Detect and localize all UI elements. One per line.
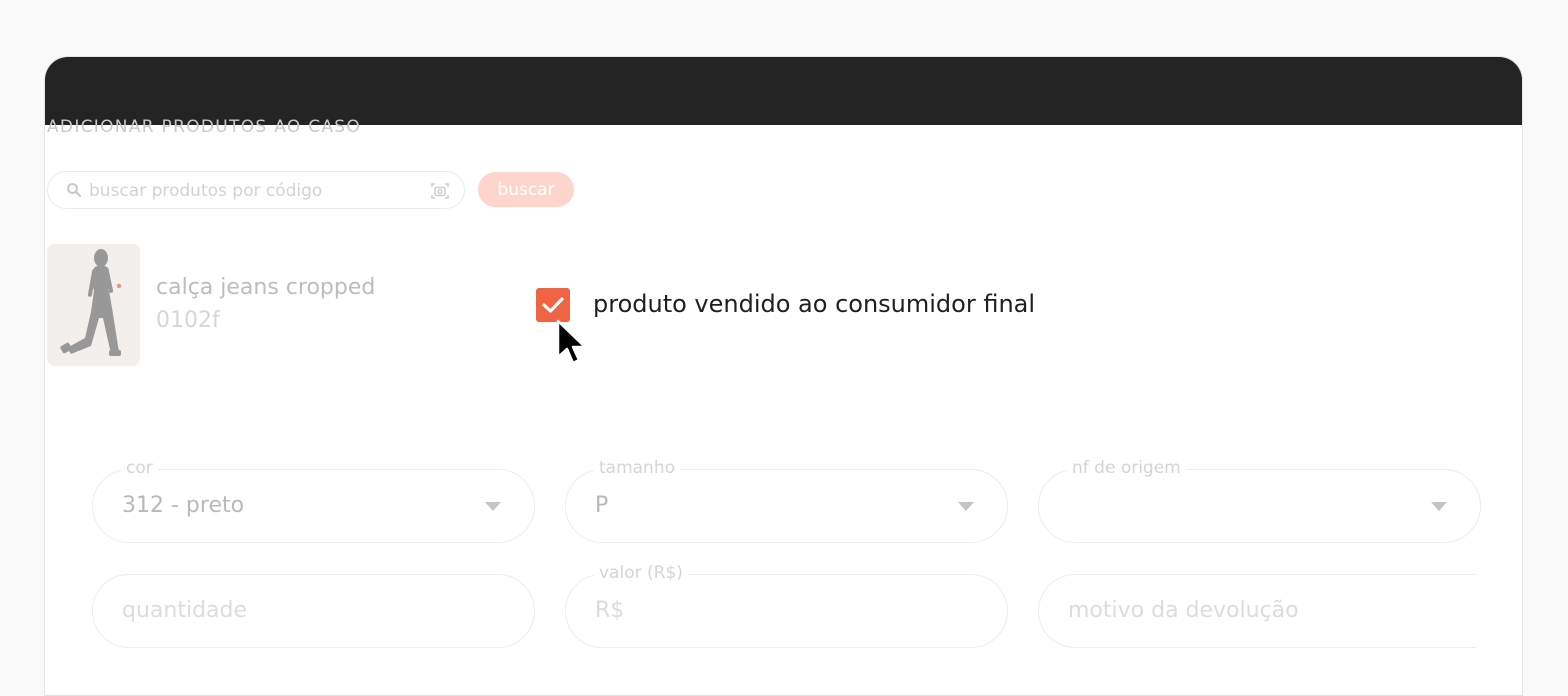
consumer-checkbox[interactable] — [536, 288, 570, 322]
product-name: calça jeans cropped — [156, 275, 376, 300]
cursor-icon — [556, 319, 587, 365]
color-select[interactable]: cor 312 - preto — [92, 458, 535, 543]
value-label: valor (R$) — [594, 563, 688, 583]
size-select[interactable]: tamanho P — [565, 458, 1008, 543]
size-label: tamanho — [594, 458, 681, 478]
color-label: cor — [121, 458, 158, 478]
size-value: P — [595, 493, 609, 518]
search-placeholder: buscar produtos por código — [89, 181, 323, 201]
origin-invoice-select[interactable]: nf de origem — [1038, 458, 1481, 543]
search-button[interactable]: buscar — [478, 172, 574, 207]
color-value: 312 - preto — [122, 493, 245, 518]
origin-invoice-label: nf de origem — [1067, 458, 1186, 478]
value-field[interactable]: valor (R$) R$ — [565, 563, 1008, 648]
value-placeholder: R$ — [595, 598, 625, 623]
search-icon — [67, 183, 82, 198]
return-reason-placeholder: motivo da devolução — [1068, 598, 1299, 623]
chevron-down-icon — [958, 502, 974, 511]
search-input[interactable]: buscar produtos por código — [47, 171, 465, 209]
title-bar — [45, 57, 1522, 125]
return-reason-field[interactable]: motivo da devolução — [1038, 574, 1476, 648]
quantity-placeholder: quantidade — [122, 598, 248, 623]
scan-icon[interactable] — [430, 181, 450, 201]
product-image — [47, 244, 140, 366]
chevron-down-icon — [1431, 502, 1447, 511]
check-icon — [542, 297, 564, 313]
consumer-checkbox-label[interactable]: produto vendido ao consumidor final — [593, 290, 1035, 318]
product-code: 0102f — [156, 308, 220, 333]
quantity-field[interactable]: quantidade — [92, 574, 535, 648]
section-title: ADICIONAR PRODUTOS AO CASO — [47, 117, 362, 137]
chevron-down-icon — [485, 502, 501, 511]
